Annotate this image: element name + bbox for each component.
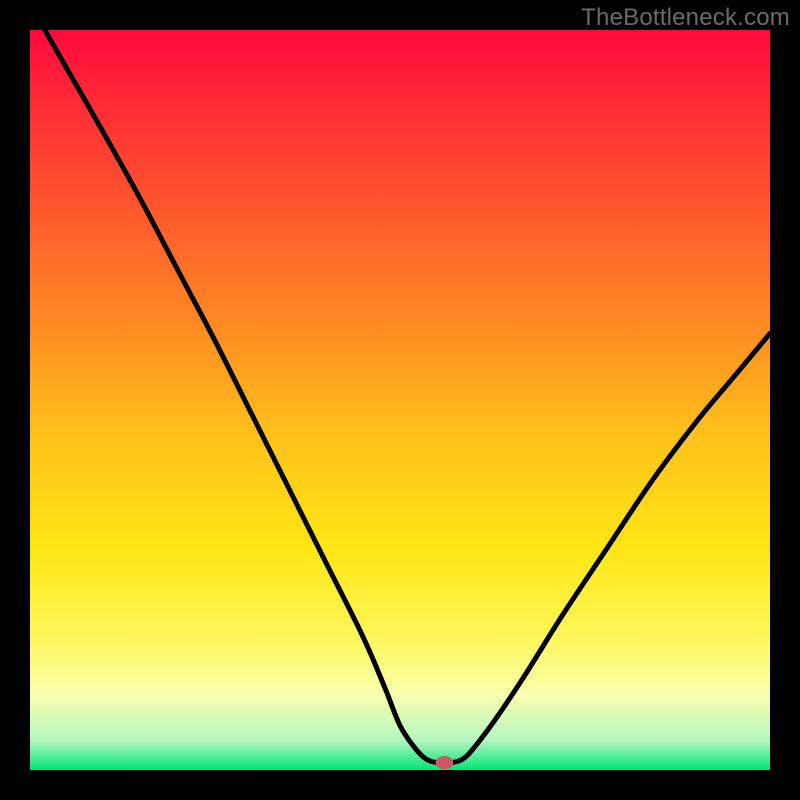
bottleneck-chart: TheBottleneck.com — [0, 0, 800, 800]
chart-svg — [0, 0, 800, 800]
optimal-point-marker — [436, 756, 454, 769]
watermark-text: TheBottleneck.com — [581, 4, 790, 32]
gradient-background — [30, 30, 770, 770]
